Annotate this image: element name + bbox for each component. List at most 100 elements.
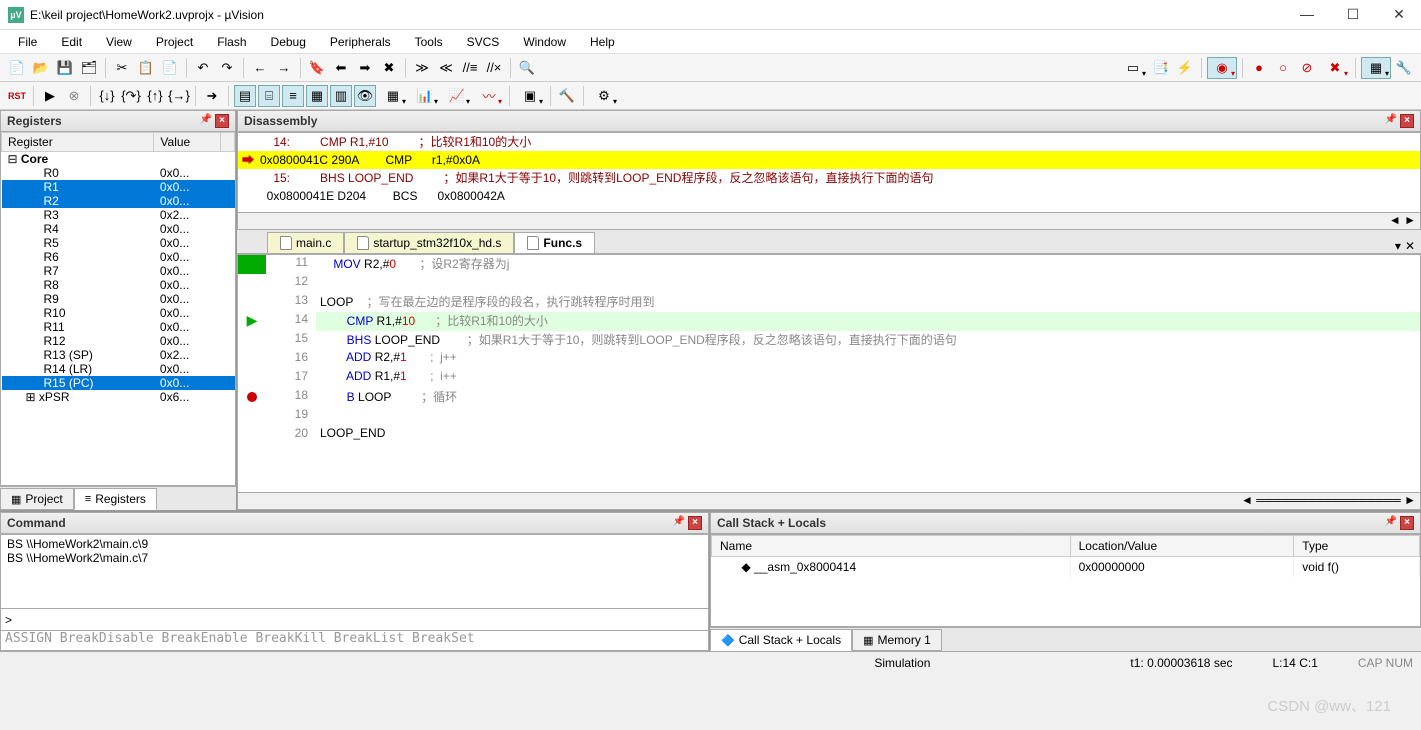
tab-memory1[interactable]: ▦ Memory 1 [852,629,942,651]
breakpoint-kill-icon[interactable]: ✖ [1320,57,1350,79]
register-row[interactable]: R40x0... [2,222,235,236]
menu-project[interactable]: Project [146,32,203,52]
registers-window-icon[interactable]: ▦ [306,85,328,107]
copy-icon[interactable]: 📋 [135,57,157,79]
panel-close-icon[interactable]: × [1400,114,1414,128]
breakpoint-enable-icon[interactable]: ○ [1272,57,1294,79]
xpsr-node[interactable]: ⊞ xPSR [2,390,154,404]
undo-icon[interactable]: ↶ [192,57,214,79]
command-window-icon[interactable]: ▤ [234,85,256,107]
options-icon[interactable]: 🔧 [1393,57,1415,79]
register-row[interactable]: R15 (PC)0x0... [2,376,235,390]
callstack-row[interactable]: ◆ __asm_0x8000414 0x00000000 void f() [712,557,1420,578]
open-icon[interactable]: 📂 [30,57,52,79]
menu-svcs[interactable]: SVCS [457,32,510,52]
step-over-icon[interactable]: {↷} [120,85,142,107]
tab-registers[interactable]: ≡ Registers [74,488,157,510]
menu-flash[interactable]: Flash [207,32,256,52]
target-dropdown[interactable]: ▭ [1118,57,1148,79]
register-row[interactable]: R30x2... [2,208,235,222]
menu-peripherals[interactable]: Peripherals [320,32,401,52]
editor-gutter[interactable]: ▶ [238,255,266,492]
breakpoint-insert-icon[interactable]: ● [1248,57,1270,79]
tab-main-c[interactable]: main.c [267,232,344,253]
menu-tools[interactable]: Tools [405,32,453,52]
callstack-window-icon[interactable]: ▥ [330,85,352,107]
find-icon[interactable]: 🔍 [516,57,538,79]
bookmark-prev-icon[interactable]: ⬅ [330,57,352,79]
show-next-icon[interactable]: ➜ [201,85,223,107]
register-row[interactable]: R14 (LR)0x0... [2,362,235,376]
register-row[interactable]: R20x0... [2,194,235,208]
symbols-window-icon[interactable]: ≡ [282,85,304,107]
panel-close-icon[interactable]: × [1400,516,1414,530]
minimize-button[interactable]: — [1293,6,1321,23]
paste-icon[interactable]: 📄 [159,57,181,79]
disassembly-window-icon[interactable]: ⌸ [258,85,280,107]
breakpoint-disable-icon[interactable]: ⊘ [1296,57,1318,79]
pin-icon[interactable]: 📌 [1384,114,1398,128]
tab-func-s[interactable]: Func.s [514,232,595,253]
menu-window[interactable]: Window [513,32,576,52]
command-output[interactable]: BS \\HomeWork2\main.c\9 BS \\HomeWork2\m… [0,534,709,609]
step-in-icon[interactable]: {↓} [96,85,118,107]
register-row[interactable]: R00x0... [2,166,235,180]
debug-settings-icon[interactable]: ⚙ [589,85,619,107]
uncomment-icon[interactable]: //× [483,57,505,79]
callstack-table[interactable]: NameLocation/ValueType ◆ __asm_0x8000414… [710,534,1421,627]
pin-icon[interactable]: 📌 [672,516,686,530]
config-icon[interactable]: 📑 [1150,57,1172,79]
breakpoint-icon[interactable] [247,392,257,402]
command-input[interactable]: > [0,609,709,631]
register-row[interactable]: R10x0... [2,180,235,194]
disasm-scrollbar[interactable]: ◄ ► [237,213,1421,230]
new-file-icon[interactable]: 📄 [6,57,28,79]
stop-icon[interactable]: ⊗ [63,85,85,107]
serial-window-icon[interactable]: 📊 [410,85,440,107]
indent-icon[interactable]: ≫ [411,57,433,79]
menu-file[interactable]: File [8,32,47,52]
tab-project[interactable]: ▦ Project [0,488,74,510]
menu-help[interactable]: Help [580,32,625,52]
reset-icon[interactable]: RST [6,85,28,107]
comment-icon[interactable]: //≡ [459,57,481,79]
menu-edit[interactable]: Edit [51,32,92,52]
nav-back-icon[interactable]: ← [249,57,271,79]
outdent-icon[interactable]: ≪ [435,57,457,79]
register-row[interactable]: R120x0... [2,334,235,348]
tab-startup[interactable]: startup_stm32f10x_hd.s [344,232,514,253]
register-row[interactable]: R50x0... [2,236,235,250]
save-all-icon[interactable]: 🗂 [78,57,100,79]
tab-callstack[interactable]: 🔷 Call Stack + Locals [710,629,852,651]
flash-icon[interactable]: ⚡ [1174,57,1196,79]
run-icon[interactable]: ▶ [39,85,61,107]
window-layout-icon[interactable]: ▦ [1361,57,1391,79]
bookmark-icon[interactable]: 🔖 [306,57,328,79]
register-row[interactable]: R80x0... [2,278,235,292]
cut-icon[interactable]: ✂ [111,57,133,79]
register-row[interactable]: R70x0... [2,264,235,278]
run-to-cursor-icon[interactable]: {→} [168,85,190,107]
memory-window-icon[interactable]: ▦ [378,85,408,107]
bookmark-next-icon[interactable]: ➡ [354,57,376,79]
tab-close-icon[interactable]: ✕ [1405,239,1415,253]
pin-icon[interactable]: 📌 [199,114,213,128]
bookmark-clear-icon[interactable]: ✖ [378,57,400,79]
register-row[interactable]: R100x0... [2,306,235,320]
pin-icon[interactable]: 📌 [1384,516,1398,530]
panel-close-icon[interactable]: × [215,114,229,128]
system-viewer-icon[interactable]: ▣ [515,85,545,107]
panel-close-icon[interactable]: × [688,516,702,530]
save-icon[interactable]: 💾 [54,57,76,79]
core-node[interactable]: ⊟ Core [2,152,154,167]
debug-icon[interactable]: ◉ [1207,57,1237,79]
step-out-icon[interactable]: {↑} [144,85,166,107]
register-row[interactable]: R60x0... [2,250,235,264]
editor-body[interactable]: ▶ 11121314151617181920 MOV R2,#0 ；设R2寄存器… [237,254,1421,493]
close-button[interactable]: ✕ [1385,6,1413,23]
tab-menu-icon[interactable]: ▾ [1395,239,1401,253]
trace-window-icon[interactable]: 〰 [474,85,504,107]
menu-view[interactable]: View [96,32,142,52]
code-area[interactable]: MOV R2,#0 ；设R2寄存器为j LOOP ；写在最左边的是程序段的段名，… [316,255,1420,492]
register-row[interactable]: R13 (SP)0x2... [2,348,235,362]
